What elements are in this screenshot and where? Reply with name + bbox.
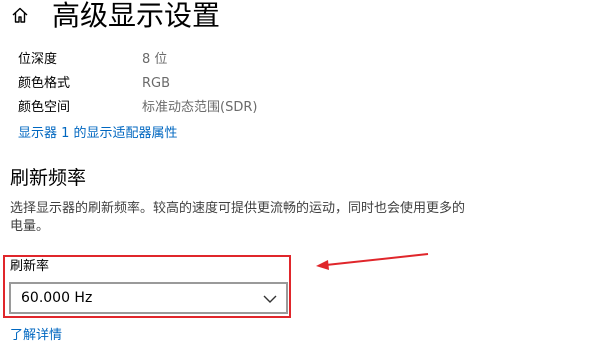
color-format-value: RGB — [142, 76, 171, 91]
home-icon[interactable] — [10, 5, 30, 25]
page-title: 高级显示设置 — [52, 0, 221, 32]
display-adapter-properties-link[interactable]: 显示器 1 的显示适配器属性 — [18, 125, 178, 143]
refresh-rate-description: 选择显示器的刷新频率。较高的速度可提供更流畅的运动，同时也会使用更多的电量。 — [10, 201, 466, 234]
learn-more-link[interactable]: 了解详情 — [10, 327, 62, 345]
color-format-label: 颜色格式 — [18, 76, 71, 91]
refresh-rate-section-title: 刷新频率 — [10, 167, 87, 189]
refresh-rate-dropdown[interactable]: 60.000 Hz — [9, 282, 288, 314]
chevron-down-icon — [262, 291, 278, 305]
bit-depth-value: 8 位 — [142, 52, 168, 67]
annotation-arrow-icon — [312, 248, 432, 272]
refresh-rate-selected-value: 60.000 Hz — [21, 290, 93, 306]
color-space-value: 标准动态范围(SDR) — [142, 100, 258, 115]
advanced-display-settings-page: 高级显示设置 位深度 8 位 颜色格式 RGB 颜色空间 标准动态范围(SDR)… — [0, 0, 600, 361]
refresh-rate-label: 刷新率 — [10, 259, 50, 274]
bit-depth-label: 位深度 — [18, 52, 58, 67]
color-space-label: 颜色空间 — [18, 100, 71, 115]
